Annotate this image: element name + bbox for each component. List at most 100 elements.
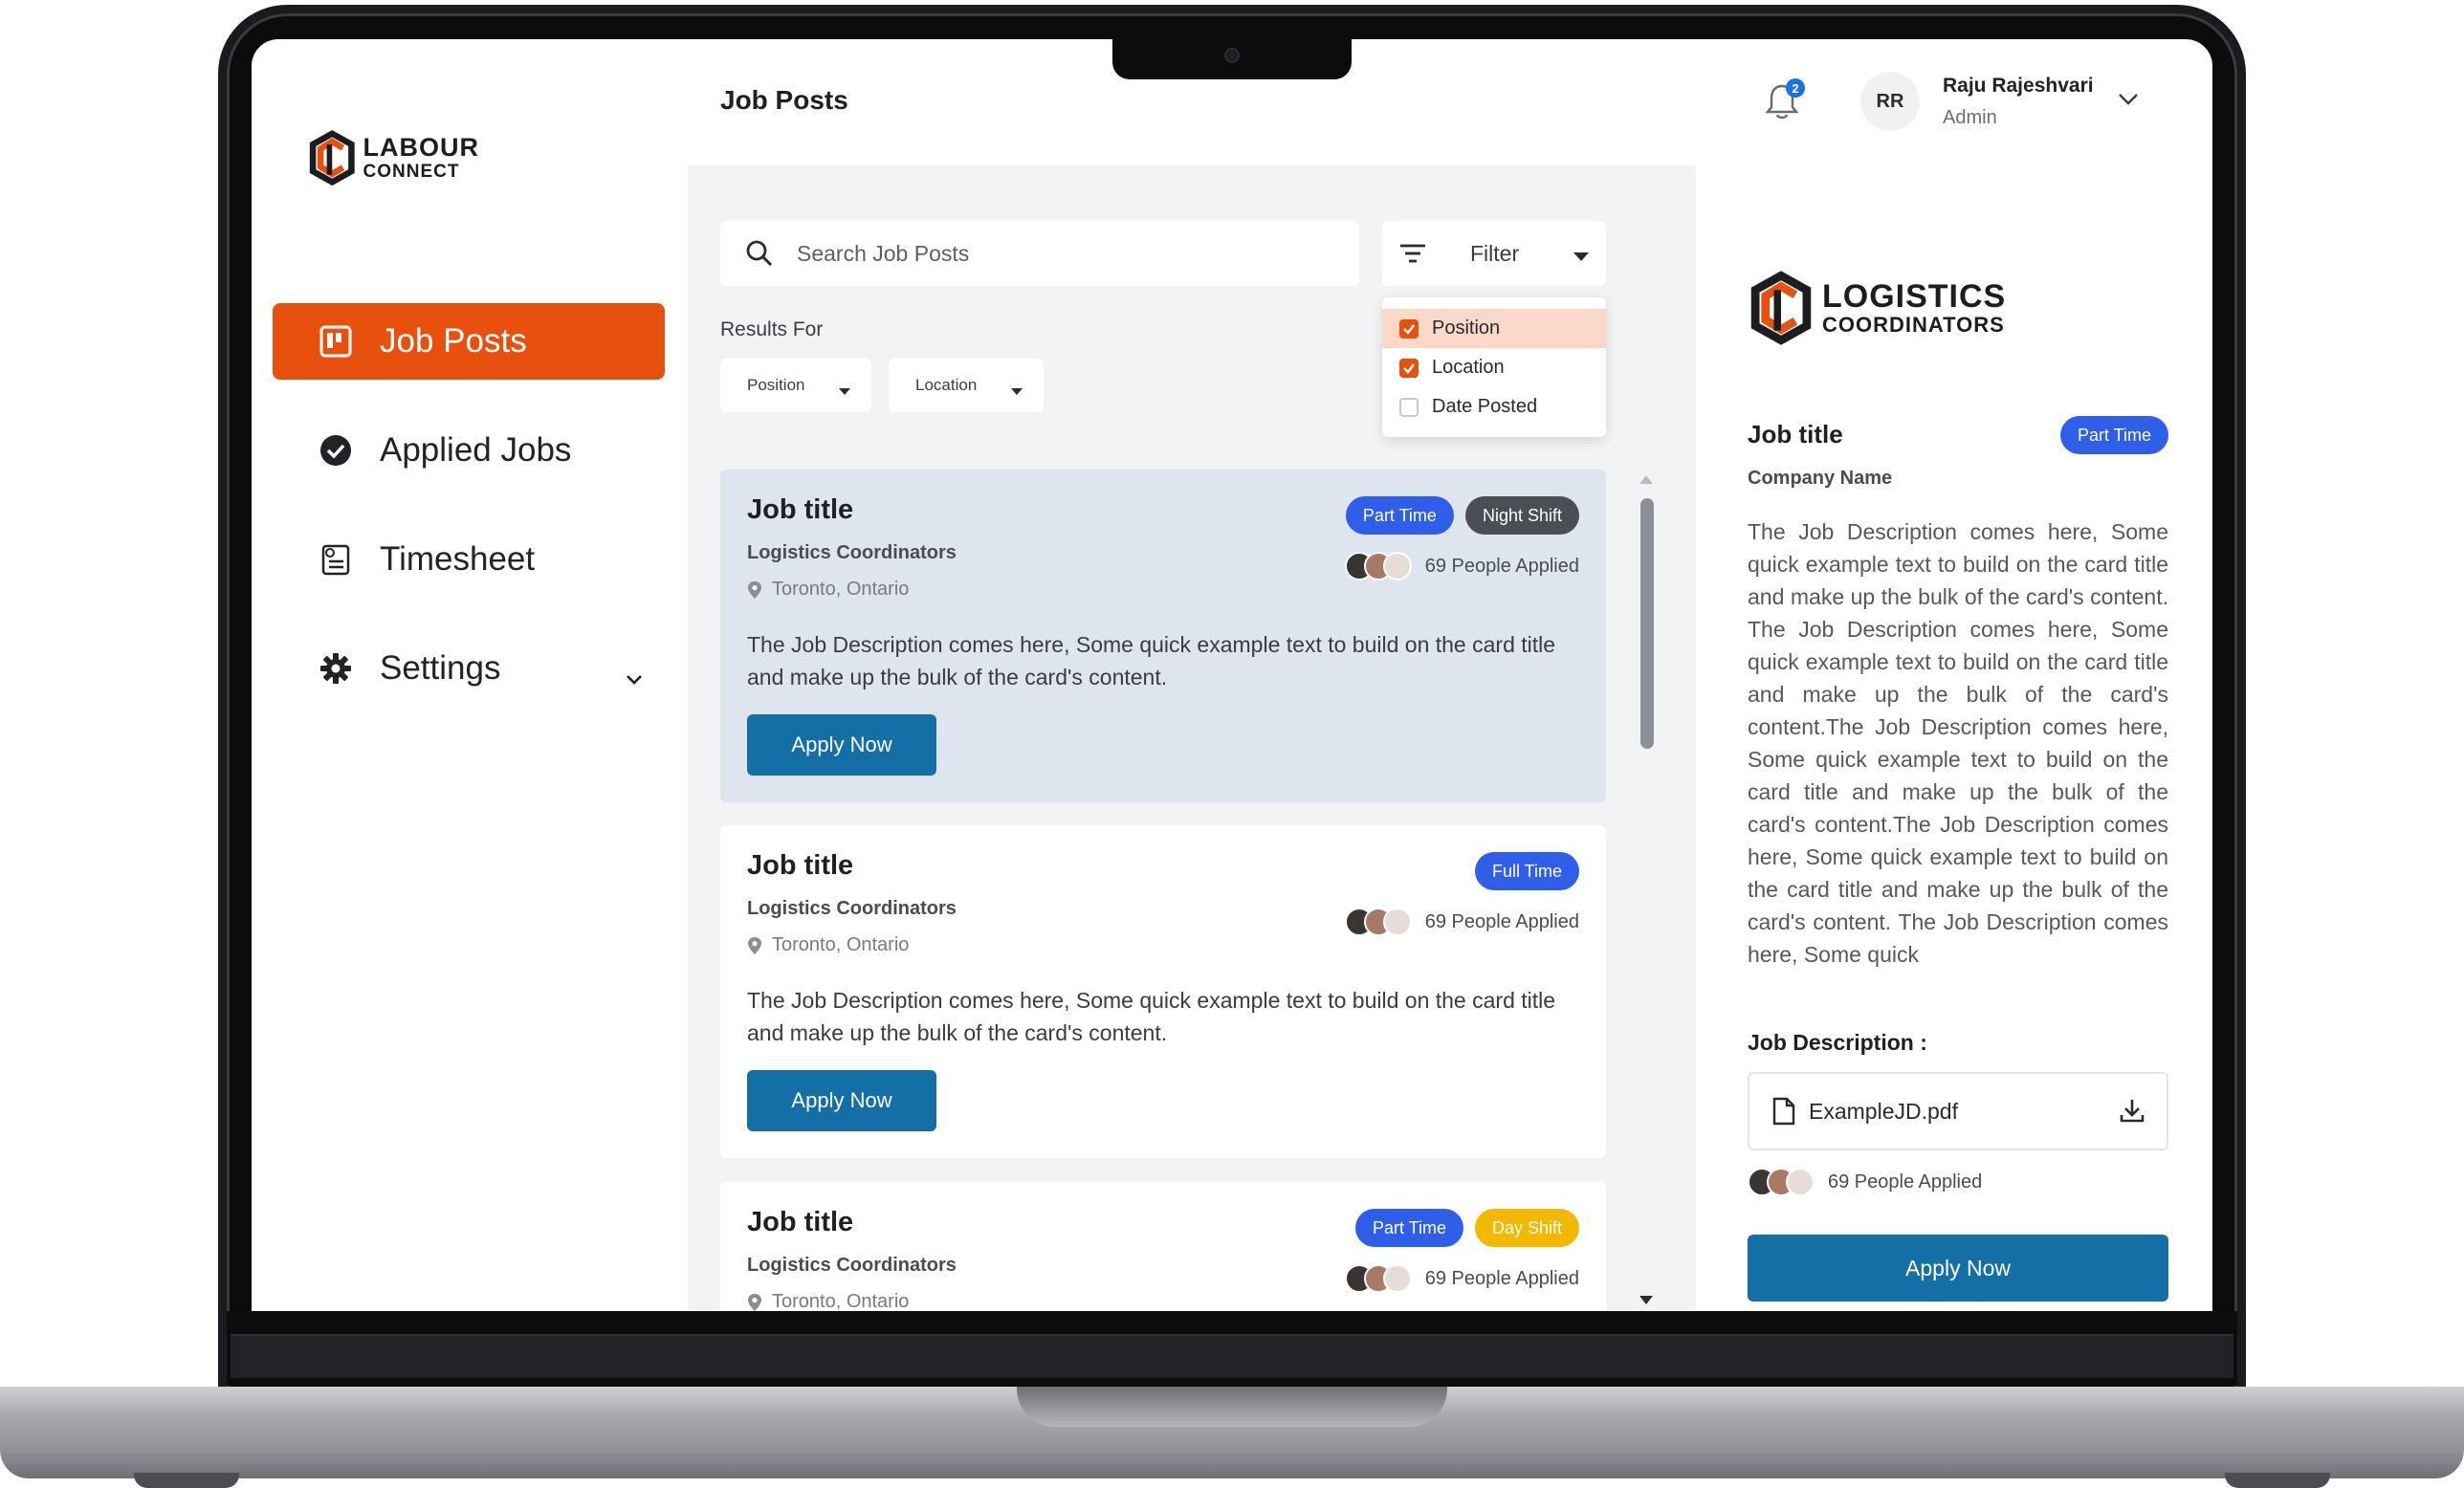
caret-down-icon bbox=[1573, 250, 1589, 267]
applied-count: 69 People Applied bbox=[1828, 1171, 1983, 1193]
applicants-summary: 69 People Applied bbox=[1748, 1168, 1982, 1196]
applied-count: 69 People Applied bbox=[1424, 910, 1579, 932]
applicant-avatars bbox=[1748, 1168, 1815, 1196]
badge-part-time: Part Time bbox=[1345, 496, 1454, 535]
caret-down-icon bbox=[839, 382, 850, 401]
document-icon bbox=[1772, 1097, 1795, 1126]
download-icon[interactable] bbox=[2119, 1097, 2145, 1129]
scroll-down-icon[interactable] bbox=[1639, 1296, 1653, 1305]
scroll-thumb[interactable] bbox=[1640, 498, 1654, 749]
company-logo-line1: LOGISTICS bbox=[1822, 278, 2007, 315]
checkbox-checked[interactable] bbox=[1399, 318, 1419, 339]
applicants-summary: 69 People Applied bbox=[1344, 908, 1579, 936]
notification-count-badge: 2 bbox=[1786, 78, 1805, 98]
applicant-avatars bbox=[1344, 1264, 1412, 1293]
app-logo[interactable]: LABOUR CONNECT bbox=[307, 123, 479, 192]
applicants-summary: 69 People Applied bbox=[1344, 552, 1579, 580]
search-input[interactable]: Search Job Posts bbox=[797, 241, 969, 267]
search-box[interactable]: Search Job Posts bbox=[720, 221, 1359, 286]
applicant-avatars bbox=[1344, 552, 1412, 580]
job-title: Job title bbox=[747, 494, 854, 525]
badge-night-shift: Night Shift bbox=[1464, 496, 1579, 535]
logo-text-line1: LABOUR bbox=[363, 133, 479, 162]
job-description-label: Job Description : bbox=[1748, 1030, 1927, 1055]
chevron-down-icon[interactable] bbox=[625, 657, 644, 695]
apply-now-button[interactable]: Apply Now bbox=[747, 1070, 936, 1131]
apply-now-button[interactable]: Apply Now bbox=[747, 714, 936, 776]
job-description: The Job Description comes here, Some qui… bbox=[747, 632, 1556, 689]
avatar[interactable]: RR bbox=[1860, 72, 1920, 131]
gear-icon bbox=[319, 651, 353, 686]
filter-option-position[interactable]: Position bbox=[1382, 309, 1606, 348]
laptop-foot bbox=[134, 1473, 239, 1488]
job-badges: Full Time bbox=[1463, 852, 1579, 890]
filter-option-label: Position bbox=[1432, 317, 1501, 339]
job-location: Toronto, Ontario bbox=[747, 579, 909, 601]
caret-down-icon bbox=[1011, 382, 1023, 401]
apply-now-button[interactable]: Apply Now bbox=[1748, 1235, 2168, 1302]
job-location: Toronto, Ontario bbox=[747, 1291, 909, 1311]
sidebar-item-timesheet[interactable]: Timesheet bbox=[273, 521, 665, 598]
sidebar-item-settings[interactable]: Settings bbox=[273, 630, 665, 707]
filter-button[interactable]: Filter bbox=[1382, 221, 1606, 286]
company-name: Logistics Coordinators bbox=[747, 898, 957, 919]
filter-option-label: Location bbox=[1432, 357, 1505, 378]
sidebar-item-label: Job Posts bbox=[380, 322, 527, 360]
location-text: Toronto, Ontario bbox=[772, 579, 910, 600]
job-list-panel: Search Job Posts Filter Position Locatio… bbox=[688, 165, 1696, 1311]
avatar bbox=[1382, 552, 1412, 580]
applicants-summary: 69 People Applied bbox=[1344, 1264, 1579, 1293]
sidebar-item-applied-jobs[interactable]: Applied Jobs bbox=[273, 412, 665, 489]
laptop-lip bbox=[1017, 1387, 1447, 1427]
user-name: Raju Rajeshvari bbox=[1943, 74, 2094, 97]
position-filter-chip[interactable]: Position bbox=[720, 359, 871, 412]
detail-job-title: Job title bbox=[1748, 420, 1843, 449]
job-description-file[interactable]: ExampleJD.pdf bbox=[1748, 1072, 2168, 1150]
applicant-avatars bbox=[1344, 908, 1412, 936]
job-card[interactable]: Job title Logistics Coordinators Toronto… bbox=[720, 1182, 1606, 1311]
job-list-scrollbar[interactable] bbox=[1635, 470, 1658, 1311]
location-pin-icon bbox=[748, 1293, 761, 1311]
job-badges: Part Time Day Shift bbox=[1344, 1209, 1579, 1247]
chip-label: Position bbox=[747, 376, 805, 394]
avatar bbox=[1382, 1264, 1412, 1293]
company-logo-line2: COORDINATORS bbox=[1822, 313, 2005, 337]
company-logo: LOGISTICS COORDINATORS bbox=[1748, 265, 2168, 351]
avatar bbox=[1382, 908, 1412, 936]
job-card[interactable]: Job title Logistics Coordinators Toronto… bbox=[720, 470, 1606, 802]
scroll-up-icon[interactable] bbox=[1639, 475, 1653, 485]
filter-icon bbox=[1400, 244, 1425, 263]
location-filter-chip[interactable]: Location bbox=[889, 359, 1044, 412]
company-name: Logistics Coordinators bbox=[747, 542, 957, 563]
sidebar-item-label: Applied Jobs bbox=[380, 431, 572, 469]
chevron-down-icon[interactable] bbox=[2117, 92, 2140, 112]
location-pin-icon bbox=[748, 936, 761, 954]
user-role: Admin bbox=[1943, 106, 1997, 128]
sidebar-item-label: Settings bbox=[380, 649, 501, 687]
avatar bbox=[1786, 1168, 1815, 1196]
board-icon bbox=[319, 324, 353, 359]
sidebar-item-job-posts[interactable]: Job Posts bbox=[273, 303, 665, 380]
camera-icon bbox=[1224, 48, 1240, 63]
filter-label: Filter bbox=[1470, 240, 1520, 266]
checkbox-checked[interactable] bbox=[1399, 358, 1419, 378]
logo-text-line2: CONNECT bbox=[363, 162, 460, 182]
job-location: Toronto, Ontario bbox=[747, 934, 909, 956]
job-title: Job title bbox=[747, 1207, 854, 1237]
notifications-button[interactable]: 2 bbox=[1765, 78, 1805, 120]
results-for-label: Results For bbox=[720, 318, 824, 340]
sidebar-nav: Job Posts Applied Jobs Timesheet Setting… bbox=[273, 303, 665, 739]
labour-connect-logo-icon bbox=[309, 129, 355, 186]
job-description: The Job Description comes here, Some qui… bbox=[747, 988, 1556, 1045]
filter-dropdown: Position Location Date Posted bbox=[1382, 297, 1606, 437]
user-info[interactable]: Raju Rajeshvari Admin bbox=[1943, 75, 2105, 129]
filter-option-date-posted[interactable]: Date Posted bbox=[1382, 387, 1606, 427]
timesheet-icon bbox=[319, 542, 353, 577]
job-detail-panel: LOGISTICS COORDINATORS Job title Part Ti… bbox=[1748, 265, 2168, 1302]
checkbox-unchecked[interactable] bbox=[1399, 397, 1419, 417]
filter-option-location[interactable]: Location bbox=[1382, 348, 1606, 387]
job-card[interactable]: Job title Logistics Coordinators Toronto… bbox=[720, 825, 1606, 1158]
applied-count: 69 People Applied bbox=[1424, 555, 1579, 577]
laptop-foot bbox=[2225, 1473, 2330, 1488]
bezel-strip bbox=[231, 1334, 2233, 1378]
